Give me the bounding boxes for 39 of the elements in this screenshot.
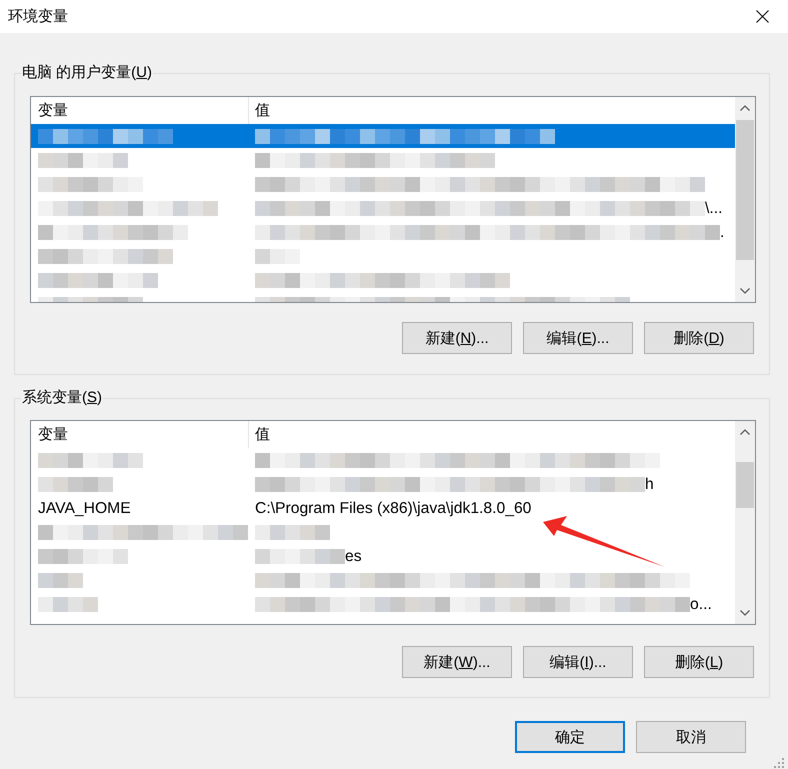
- cell-text: o...: [690, 594, 712, 614]
- pixelated-redaction-drawing: [38, 596, 98, 612]
- pixelated-redaction-drawing: [255, 248, 300, 264]
- pixelated-redaction-drawing: [38, 572, 83, 588]
- list-row[interactable]: [31, 124, 735, 148]
- scrollbar-thumb[interactable]: [736, 120, 754, 260]
- cell-text: h: [645, 474, 654, 494]
- delete-button[interactable]: 删除(L): [644, 646, 754, 678]
- edit-button[interactable]: 编辑(E)...: [523, 322, 633, 354]
- new-button[interactable]: 新建(N)...: [402, 322, 512, 354]
- list-row[interactable]: es: [31, 544, 735, 568]
- list-row[interactable]: h: [31, 472, 735, 496]
- group-label: 系统变量(S): [21, 389, 104, 407]
- column-header[interactable]: 值: [249, 97, 735, 124]
- column-header[interactable]: 值: [249, 421, 735, 448]
- window-title: 环境变量: [8, 8, 68, 26]
- cell-text: es: [345, 546, 362, 566]
- list-row[interactable]: .: [31, 220, 735, 244]
- chevron-up-icon: [740, 105, 750, 111]
- scrollbar-thumb[interactable]: [736, 462, 754, 508]
- cell-text: .: [720, 222, 724, 242]
- cancel-button[interactable]: 取消: [636, 721, 746, 753]
- ok-button[interactable]: 确定: [515, 721, 625, 753]
- close-icon: [756, 10, 768, 23]
- delete-button[interactable]: 删除(D): [644, 322, 754, 354]
- list-row[interactable]: \...: [31, 196, 735, 220]
- cell-text: \...: [705, 198, 722, 218]
- new-button[interactable]: 新建(W)...: [402, 646, 512, 678]
- table-cell: C:\Program Files (x86)\java\jdk1.8.0_60: [255, 498, 532, 518]
- resize-grip-icon: [774, 758, 784, 768]
- group-label: 电脑 的用户变量(U): [21, 64, 154, 82]
- chevron-up-icon: [740, 429, 750, 435]
- list-row[interactable]: JAVA_HOME C:\Program Files (x86)\java\jdk1.8.0_60: [31, 496, 735, 520]
- chevron-down-icon: [740, 610, 750, 616]
- chevron-down-icon: [740, 288, 750, 294]
- edit-button[interactable]: 编辑(I)...: [523, 646, 633, 678]
- list-row[interactable]: o...: [31, 592, 735, 616]
- table-cell: JAVA_HOME: [38, 498, 131, 518]
- column-header[interactable]: 变量: [31, 421, 249, 448]
